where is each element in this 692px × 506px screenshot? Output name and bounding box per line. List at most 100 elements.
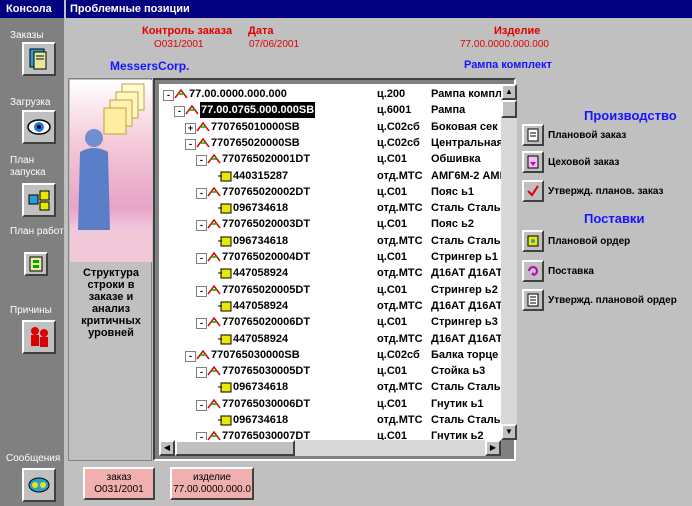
collapse-node-icon[interactable]: - bbox=[174, 106, 185, 118]
order-control-label: Контроль заказа bbox=[142, 25, 233, 37]
scroll-up-button[interactable]: ▲ bbox=[501, 84, 517, 100]
collapse-node-icon[interactable]: - bbox=[196, 432, 207, 440]
tree-row[interactable]: 096734618 отд.МТС Сталь Сталь 3 bbox=[159, 379, 501, 395]
planned-po-action[interactable]: Плановой ордер bbox=[522, 230, 630, 252]
tree-row-code: 770765030007DT bbox=[222, 430, 311, 440]
tree-row-workshop: отд.МТС bbox=[377, 169, 423, 182]
collapse-node-icon[interactable]: - bbox=[185, 138, 196, 150]
tree-row-workshop: ц.200 bbox=[377, 88, 406, 100]
tree-row[interactable]: 096734618 отд.МТС Сталь Сталь 3 bbox=[159, 412, 501, 428]
tree-row-code: 770765020001DT bbox=[222, 153, 311, 166]
messages-icon bbox=[28, 477, 50, 493]
tree-row[interactable]: - 770765020004DT ц.C01 Стрингер ь1 bbox=[159, 249, 501, 265]
tree-row[interactable]: 096734618 отд.МТС Сталь Сталь 3 bbox=[159, 200, 501, 216]
tree-row[interactable]: - 770765030006DT ц.C01 Гнутик ь1 bbox=[159, 396, 501, 412]
scroll-right-button[interactable]: ▶ bbox=[485, 440, 501, 456]
item-tab[interactable]: изделие 77.00.0000.000.0 bbox=[170, 467, 254, 500]
tree-row[interactable]: - 770765020006DT ц.C01 Стрингер ь3 bbox=[159, 314, 501, 330]
tree-row[interactable]: - 77.00.0000.000.000 ц.200 Рампа комплект bbox=[159, 86, 501, 102]
collapse-node-icon[interactable]: - bbox=[196, 220, 207, 232]
tree-row[interactable]: - 770765020005DT ц.C01 Стрингер ь2 bbox=[159, 282, 501, 298]
tree-row-code: 096734618 bbox=[233, 381, 289, 394]
tree-row-workshop: ц.C01 bbox=[377, 430, 407, 440]
sidebar-button-load[interactable] bbox=[22, 110, 56, 144]
scroll-left-button[interactable]: ◀ bbox=[159, 440, 175, 456]
analysis-caption: Структура строки в заказе и анализ крити… bbox=[81, 267, 141, 339]
tree-row[interactable]: 440315287 отд.МТС АМГ6М-2 АМГ bbox=[159, 168, 501, 184]
collapse-node-icon[interactable]: - bbox=[196, 285, 207, 297]
illustration-panel: Структура строки в заказе и анализ крити… bbox=[68, 78, 152, 461]
eye-icon bbox=[27, 119, 51, 135]
assembly-icon bbox=[207, 153, 221, 164]
tree-row[interactable]: 096734618 отд.МТС Сталь Сталь 3 bbox=[159, 233, 501, 249]
expand-node-icon[interactable]: + bbox=[185, 122, 196, 134]
tree-row-code: 77.00.0000.000.000 bbox=[189, 88, 287, 100]
collapse-node-icon[interactable]: - bbox=[196, 399, 207, 411]
collapse-node-icon[interactable]: - bbox=[196, 155, 207, 167]
tree-row-code: 770765030005DT bbox=[222, 365, 311, 378]
tree-row[interactable]: - 770765020001DT ц.C01 Обшивка bbox=[159, 151, 501, 167]
tree-horizontal-scrollbar[interactable]: ◀ ▶ bbox=[159, 440, 501, 456]
sidebar-button-messages[interactable] bbox=[22, 468, 56, 502]
tree-row[interactable]: 447058924 отд.МТС Д16АТ Д16АТ bbox=[159, 331, 501, 347]
tree-row[interactable]: 447058924 отд.МТС Д16АТ Д16АТ bbox=[159, 298, 501, 314]
tree-row-description: Д16АТ Д16АТ bbox=[431, 299, 501, 312]
tree-row[interactable]: - 770765030007DT ц.C01 Гнутик ь2 bbox=[159, 428, 501, 440]
tree-row[interactable]: - 770765020000SB ц.C02сб Центральная bbox=[159, 135, 501, 151]
item-tab-value: 77.00.0000.000.0 bbox=[173, 484, 251, 495]
horizontal-scroll-thumb[interactable] bbox=[175, 440, 295, 456]
tree-vertical-scrollbar[interactable]: ▲ ▼ bbox=[501, 84, 517, 440]
tree-row[interactable]: - 77.00.0765.000.000SB ц.6001 Рампа bbox=[159, 102, 501, 119]
tree-row[interactable]: - 770765020002DT ц.C01 Пояс ь1 bbox=[159, 184, 501, 200]
material-icon bbox=[218, 334, 232, 344]
tree-row[interactable]: - 770765030005DT ц.C01 Стойка ь3 bbox=[159, 363, 501, 379]
sidebar-button-work-plan[interactable] bbox=[24, 252, 48, 276]
delivery-action[interactable]: Поставка bbox=[522, 260, 594, 282]
tree-row-code: 770765020000SB bbox=[211, 136, 300, 149]
sidebar-button-launch-plan[interactable] bbox=[22, 183, 56, 217]
tree-row-code: 770765020004DT bbox=[222, 251, 311, 263]
tree-row-code: 447058924 bbox=[233, 267, 289, 280]
sidebar-button-orders[interactable] bbox=[22, 42, 56, 76]
planned-po-icon bbox=[522, 230, 544, 252]
material-icon bbox=[218, 382, 232, 393]
tree-row-description: Сталь Сталь 3 bbox=[431, 202, 501, 215]
collapse-node-icon[interactable]: - bbox=[196, 253, 207, 264]
scroll-thumb[interactable] bbox=[501, 100, 517, 118]
supply-section-title: Поставки bbox=[584, 211, 645, 226]
tree-row-description: Стрингер ь2 bbox=[431, 283, 498, 296]
structure-tree[interactable]: -77.00.0000.000.000ц.200Рампа комплект-7… bbox=[159, 84, 501, 440]
tree-row-workshop: ц.C01 bbox=[377, 397, 407, 410]
tree-row-workshop: ц.C01 bbox=[377, 283, 407, 296]
collapse-node-icon[interactable]: - bbox=[196, 367, 207, 379]
planned-order-label: Плановой заказ bbox=[548, 129, 627, 141]
production-section-title: Производство bbox=[584, 108, 677, 123]
material-icon bbox=[218, 171, 232, 181]
tree-row[interactable]: - 770765020003DT ц.C01 Пояс ь2 bbox=[159, 216, 501, 232]
shop-order-action[interactable]: Цеховой заказ bbox=[522, 151, 619, 173]
collapse-node-icon[interactable]: - bbox=[185, 350, 196, 362]
tree-row-code: 447058924 bbox=[233, 299, 289, 312]
tree-row-description: Пояс ь2 bbox=[431, 218, 474, 231]
collapse-node-icon[interactable]: - bbox=[163, 90, 174, 101]
planned-order-action[interactable]: Плановой заказ bbox=[522, 124, 626, 146]
scroll-down-button[interactable]: ▼ bbox=[501, 424, 517, 440]
tree-row[interactable]: +770765010000SB ц.C02сб Боковая сек bbox=[159, 119, 501, 135]
order-tab[interactable]: заказ O031/2001 bbox=[83, 467, 155, 500]
collapse-node-icon[interactable]: - bbox=[196, 187, 207, 199]
approved-po-action[interactable]: Утвержд. плановой ордер bbox=[522, 289, 677, 311]
sidebar-button-reasons[interactable] bbox=[22, 320, 56, 354]
tree-row-workshop: ц.6001 bbox=[377, 104, 412, 117]
approved-planned-order-action[interactable]: Утвержд. планов. заказ bbox=[522, 180, 664, 202]
assembly-icon bbox=[185, 105, 199, 115]
tree-row-code: 447058924 bbox=[233, 332, 289, 345]
tree-row[interactable]: - 770765030000SB ц.C02сб Балка торце bbox=[159, 347, 501, 363]
assembly-icon bbox=[207, 316, 221, 327]
window-title: Проблемные позиции bbox=[66, 0, 692, 18]
order-control-value: O031/2001 bbox=[154, 39, 204, 50]
tree-row-code: 440315287 bbox=[233, 169, 289, 182]
tree-row[interactable]: 447058924 отд.МТС Д16АТ Д16АТ bbox=[159, 265, 501, 281]
tree-row-code: 770765020006DT bbox=[222, 316, 311, 329]
tree-row-workshop: ц.C01 bbox=[377, 218, 407, 231]
collapse-node-icon[interactable]: - bbox=[196, 318, 207, 330]
